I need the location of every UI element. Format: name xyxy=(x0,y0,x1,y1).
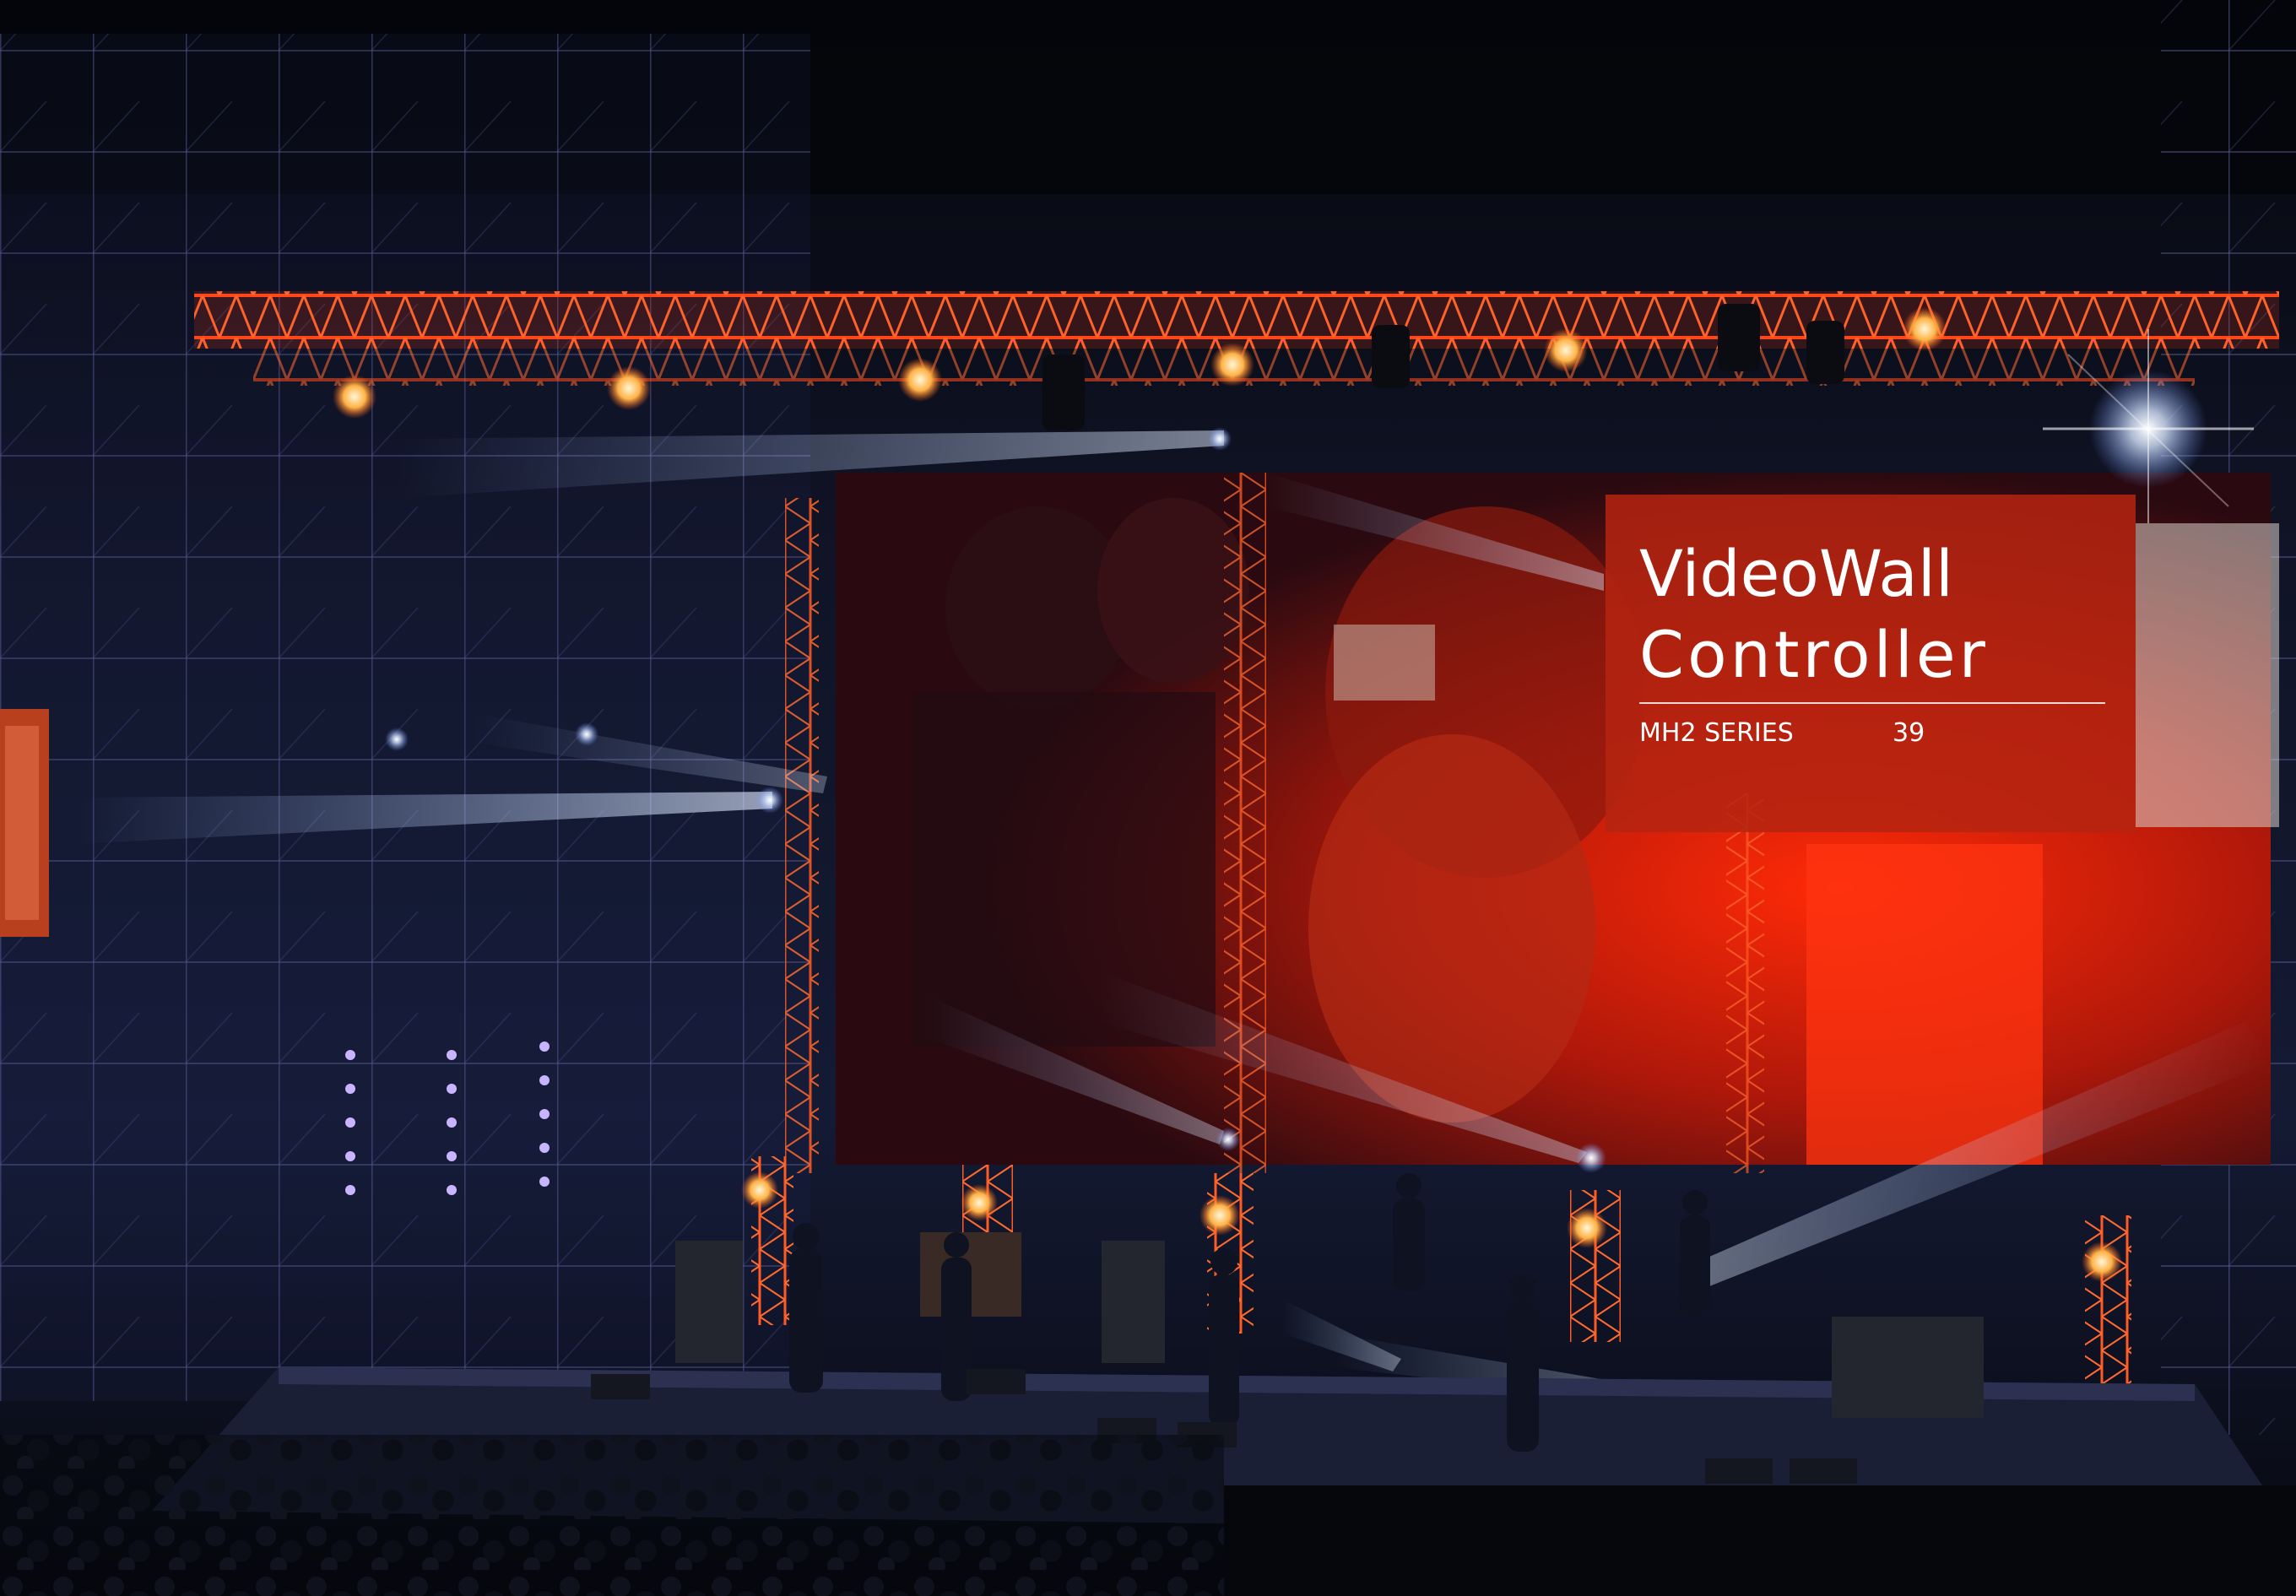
series-label: MH2 SERIES xyxy=(1639,718,1794,748)
page-number: 39 xyxy=(1893,718,1925,748)
title-card: VideoWall Controller MH2 SERIES 39 xyxy=(1606,495,2136,832)
title-line-2: Controller xyxy=(1639,617,1989,692)
title-line-1: VideoWall xyxy=(1639,536,1954,611)
title-divider xyxy=(1639,702,2105,704)
